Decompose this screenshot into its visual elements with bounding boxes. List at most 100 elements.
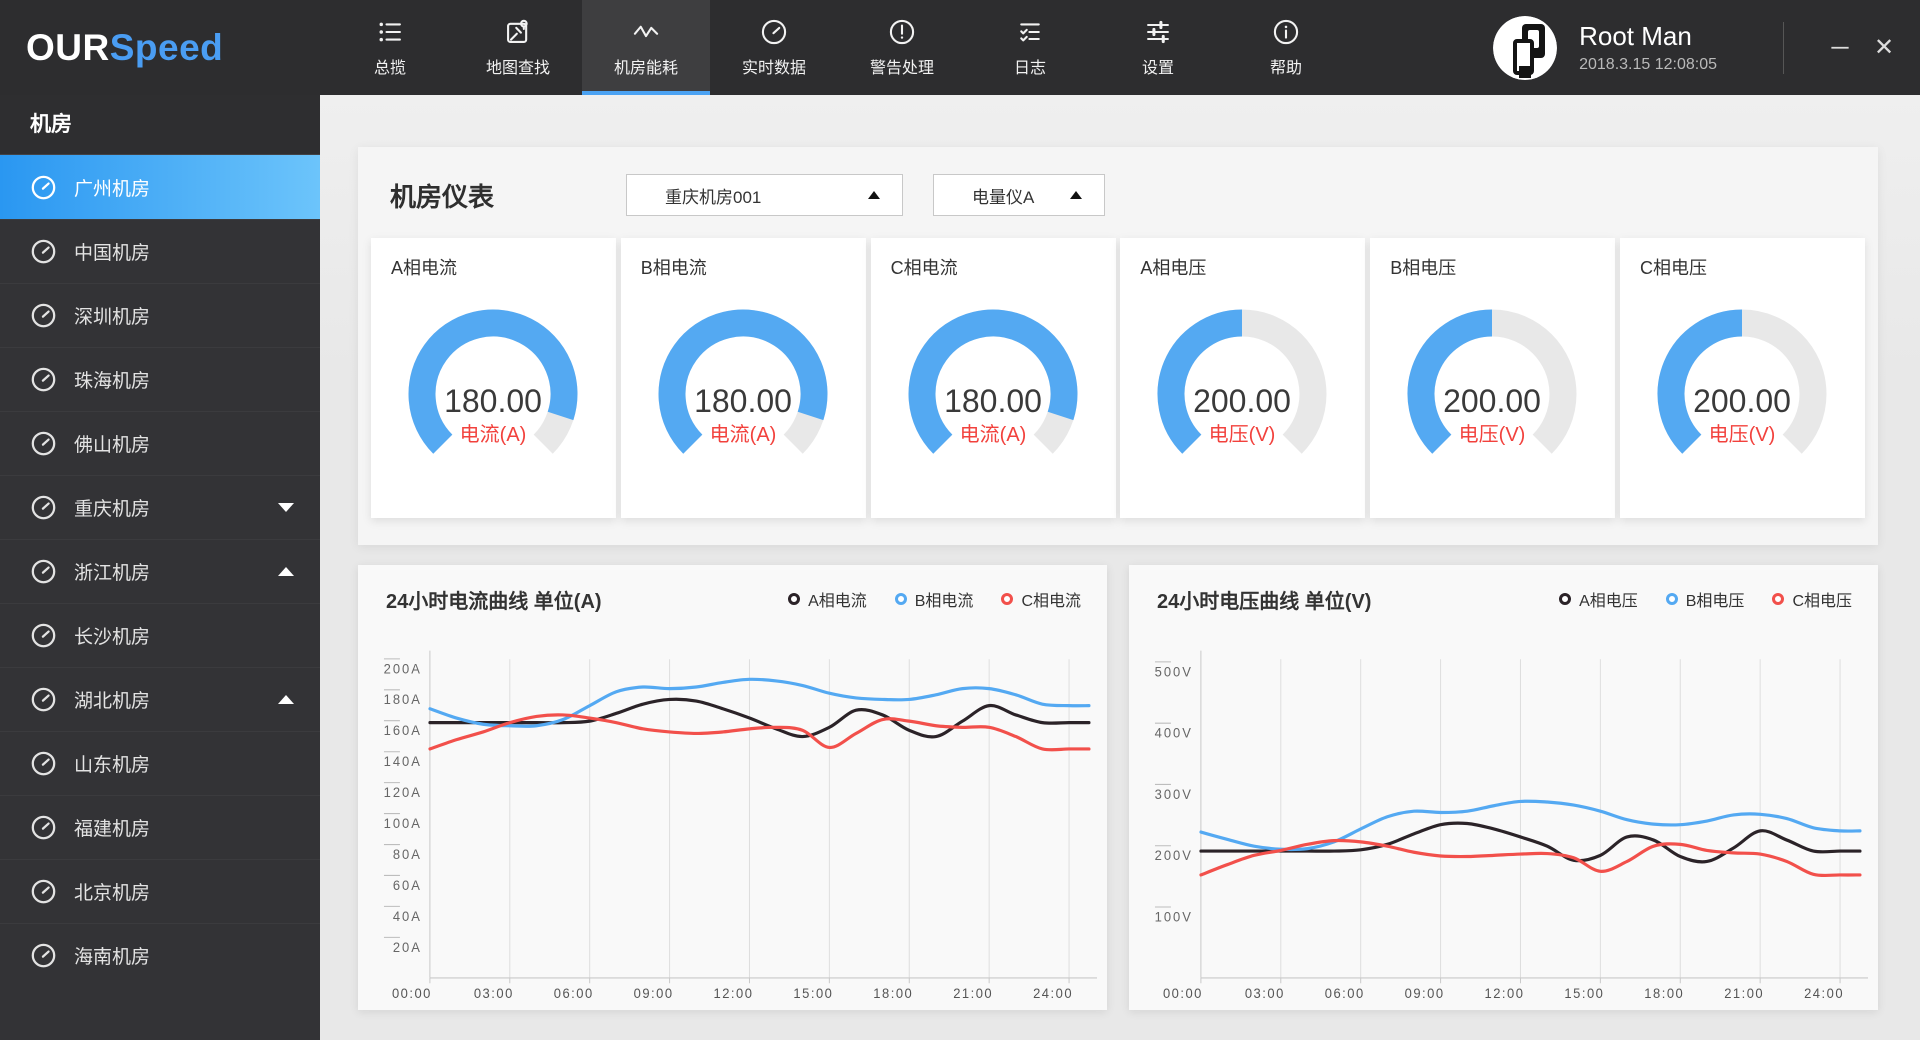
svg-text:120A: 120A bbox=[384, 785, 422, 801]
divider bbox=[1783, 21, 1784, 74]
gauge-value: 180.00 bbox=[444, 383, 542, 419]
chart-card: 24小时电压曲线 单位(V) A相电压 B相电压 C相电压 100V 200V 300V 40… bbox=[1129, 565, 1878, 1010]
legend-item[interactable]: C相电流 bbox=[1001, 587, 1081, 611]
legend-ring-icon bbox=[788, 593, 801, 605]
app-logo: OURSpeed bbox=[26, 27, 326, 69]
meter-select[interactable]: 电量仪A bbox=[933, 174, 1106, 216]
svg-text:21:00: 21:00 bbox=[1724, 986, 1764, 1002]
sidebar-item[interactable]: 湖北机房 bbox=[0, 667, 320, 731]
sidebar-item[interactable]: 深圳机房 bbox=[0, 283, 320, 347]
nav-item-logs[interactable]: 日志 bbox=[966, 0, 1094, 95]
sidebar-item[interactable]: 山东机房 bbox=[0, 731, 320, 795]
legend-item[interactable]: B相电流 bbox=[894, 587, 973, 611]
svg-text:140A: 140A bbox=[384, 754, 422, 770]
logo-part-1: OUR bbox=[26, 26, 110, 68]
gauge-icon bbox=[30, 878, 57, 905]
legend-ring-icon bbox=[1665, 593, 1678, 605]
sidebar-item-label: 长沙机房 bbox=[74, 627, 151, 648]
sliders-icon bbox=[1144, 18, 1172, 46]
svg-text:00:00: 00:00 bbox=[392, 986, 432, 1002]
gauge-chart: 200.00 电压(V) bbox=[1657, 309, 1827, 454]
chevron-up-icon[interactable] bbox=[278, 567, 294, 576]
top-bar: OURSpeed 总揽 地图查找 机房能耗 实时数据 警告处理 日志 设置 帮助 Root M… bbox=[0, 0, 1920, 95]
legend-item[interactable]: B相电压 bbox=[1665, 587, 1744, 611]
svg-text:09:00: 09:00 bbox=[1405, 986, 1445, 1002]
meter-select-value: 电量仪A bbox=[972, 187, 1035, 207]
svg-text:200V: 200V bbox=[1155, 848, 1193, 864]
sidebar: 机房 广州机房 中国机房 深圳机房 珠海机房 佛山机房 重庆机房 浙江机房 长沙机房 湖北机房山… bbox=[0, 95, 320, 1040]
svg-text:200A: 200A bbox=[384, 661, 422, 677]
gauge-unit-label: 电流(A) bbox=[460, 423, 527, 446]
gauge-row: A相电流 180.00 电流(A) B相电流 180.00 电流(A) C相电流 180.00… bbox=[371, 238, 1865, 518]
sidebar-item[interactable]: 海南机房 bbox=[0, 923, 320, 987]
chart-card: 24小时电流曲线 单位(A) A相电流 B相电流 C相电流 20A 40A 60A 80A 10… bbox=[358, 565, 1107, 1010]
room-select-value: 重庆机房001 bbox=[665, 187, 762, 207]
chart-title: 24小时电压曲线 单位(V) bbox=[1157, 591, 1372, 613]
nav-item-map-search[interactable]: 地图查找 bbox=[454, 0, 582, 95]
svg-text:24:00: 24:00 bbox=[1804, 986, 1844, 1002]
close-button[interactable]: ✕ bbox=[1862, 26, 1906, 70]
sidebar-item[interactable]: 珠海机房 bbox=[0, 347, 320, 411]
svg-text:40A: 40A bbox=[393, 908, 422, 924]
gauge-title: C相电压 bbox=[1639, 258, 1707, 278]
legend-label: C相电流 bbox=[1021, 593, 1081, 610]
chevron-up-icon bbox=[868, 191, 881, 199]
map-search-icon bbox=[504, 18, 532, 46]
sidebar-item[interactable]: 北京机房 bbox=[0, 859, 320, 923]
legend-item[interactable]: A相电流 bbox=[788, 587, 867, 611]
gauge-chart: 180.00 电流(A) bbox=[408, 309, 578, 454]
nav-item-room-energy[interactable]: 机房能耗 bbox=[582, 0, 710, 95]
sidebar-item[interactable]: 广州机房 bbox=[0, 155, 320, 219]
gauges-panel: 机房仪表 重庆机房001 电量仪A A相电流 180.00 电流(A) B相电流 180… bbox=[358, 147, 1878, 545]
sidebar-item[interactable]: 浙江机房 bbox=[0, 539, 320, 603]
svg-text:100A: 100A bbox=[384, 816, 422, 832]
nav-item-settings[interactable]: 设置 bbox=[1094, 0, 1222, 95]
info-icon bbox=[1272, 18, 1300, 46]
room-select[interactable]: 重庆机房001 bbox=[626, 174, 904, 216]
legend-ring-icon bbox=[894, 593, 907, 605]
user-meta: Root Man 2018.3.15 12:08:05 bbox=[1579, 21, 1717, 74]
gauge-icon bbox=[760, 18, 788, 46]
svg-text:18:00: 18:00 bbox=[1644, 986, 1684, 1002]
chevron-up-icon[interactable] bbox=[278, 695, 294, 704]
nav-item-alerts[interactable]: 警告处理 bbox=[838, 0, 966, 95]
gauge-unit-label: 电压(V) bbox=[1459, 423, 1526, 446]
nav-item-help[interactable]: 帮助 bbox=[1222, 0, 1350, 95]
line-chart: 100V 200V 300V 400V 500V 00:00 03:00 06:00 09:00… bbox=[1129, 625, 1878, 1010]
sidebar-item-label: 珠海机房 bbox=[74, 371, 151, 392]
gauge-title: C相电流 bbox=[890, 258, 958, 278]
sidebar-item[interactable]: 中国机房 bbox=[0, 219, 320, 283]
svg-text:15:00: 15:00 bbox=[793, 986, 833, 1002]
chevron-up-icon bbox=[1070, 191, 1083, 199]
gauge-card: C相电压 200.00 电压(V) bbox=[1619, 238, 1865, 518]
sidebar-item-label: 中国机房 bbox=[74, 243, 151, 264]
legend-label: C相电压 bbox=[1792, 593, 1852, 610]
sidebar-item[interactable]: 重庆机房 bbox=[0, 475, 320, 539]
gauge-chart: 180.00 电流(A) bbox=[908, 309, 1078, 454]
sidebar-item[interactable]: 佛山机房 bbox=[0, 411, 320, 475]
sidebar-item[interactable]: 福建机房 bbox=[0, 795, 320, 859]
gauge-icon bbox=[30, 430, 57, 457]
gauge-icon bbox=[30, 174, 57, 201]
nav-item-realtime[interactable]: 实时数据 bbox=[710, 0, 838, 95]
legend-item[interactable]: C相电压 bbox=[1772, 587, 1852, 611]
gauge-title: A相电流 bbox=[391, 258, 458, 278]
svg-text:03:00: 03:00 bbox=[474, 986, 514, 1002]
legend-item[interactable]: A相电压 bbox=[1559, 587, 1638, 611]
legend-ring-icon bbox=[1772, 593, 1785, 605]
svg-text:80A: 80A bbox=[393, 847, 422, 863]
gauge-title: A相电压 bbox=[1140, 258, 1207, 278]
chevron-down-icon[interactable] bbox=[278, 503, 294, 512]
gauge-icon bbox=[30, 302, 57, 329]
nav-label: 地图查找 bbox=[485, 59, 550, 77]
svg-text:400V: 400V bbox=[1155, 725, 1193, 741]
minimize-button[interactable]: ─ bbox=[1818, 26, 1862, 70]
avatar[interactable] bbox=[1493, 15, 1558, 80]
svg-text:60A: 60A bbox=[393, 877, 422, 893]
svg-text:21:00: 21:00 bbox=[953, 986, 993, 1002]
nav-label: 设置 bbox=[1141, 59, 1174, 77]
user-name: Root Man bbox=[1579, 21, 1692, 51]
nav-item-overview[interactable]: 总揽 bbox=[326, 0, 454, 95]
sidebar-item[interactable]: 长沙机房 bbox=[0, 603, 320, 667]
svg-text:180A: 180A bbox=[384, 692, 422, 708]
